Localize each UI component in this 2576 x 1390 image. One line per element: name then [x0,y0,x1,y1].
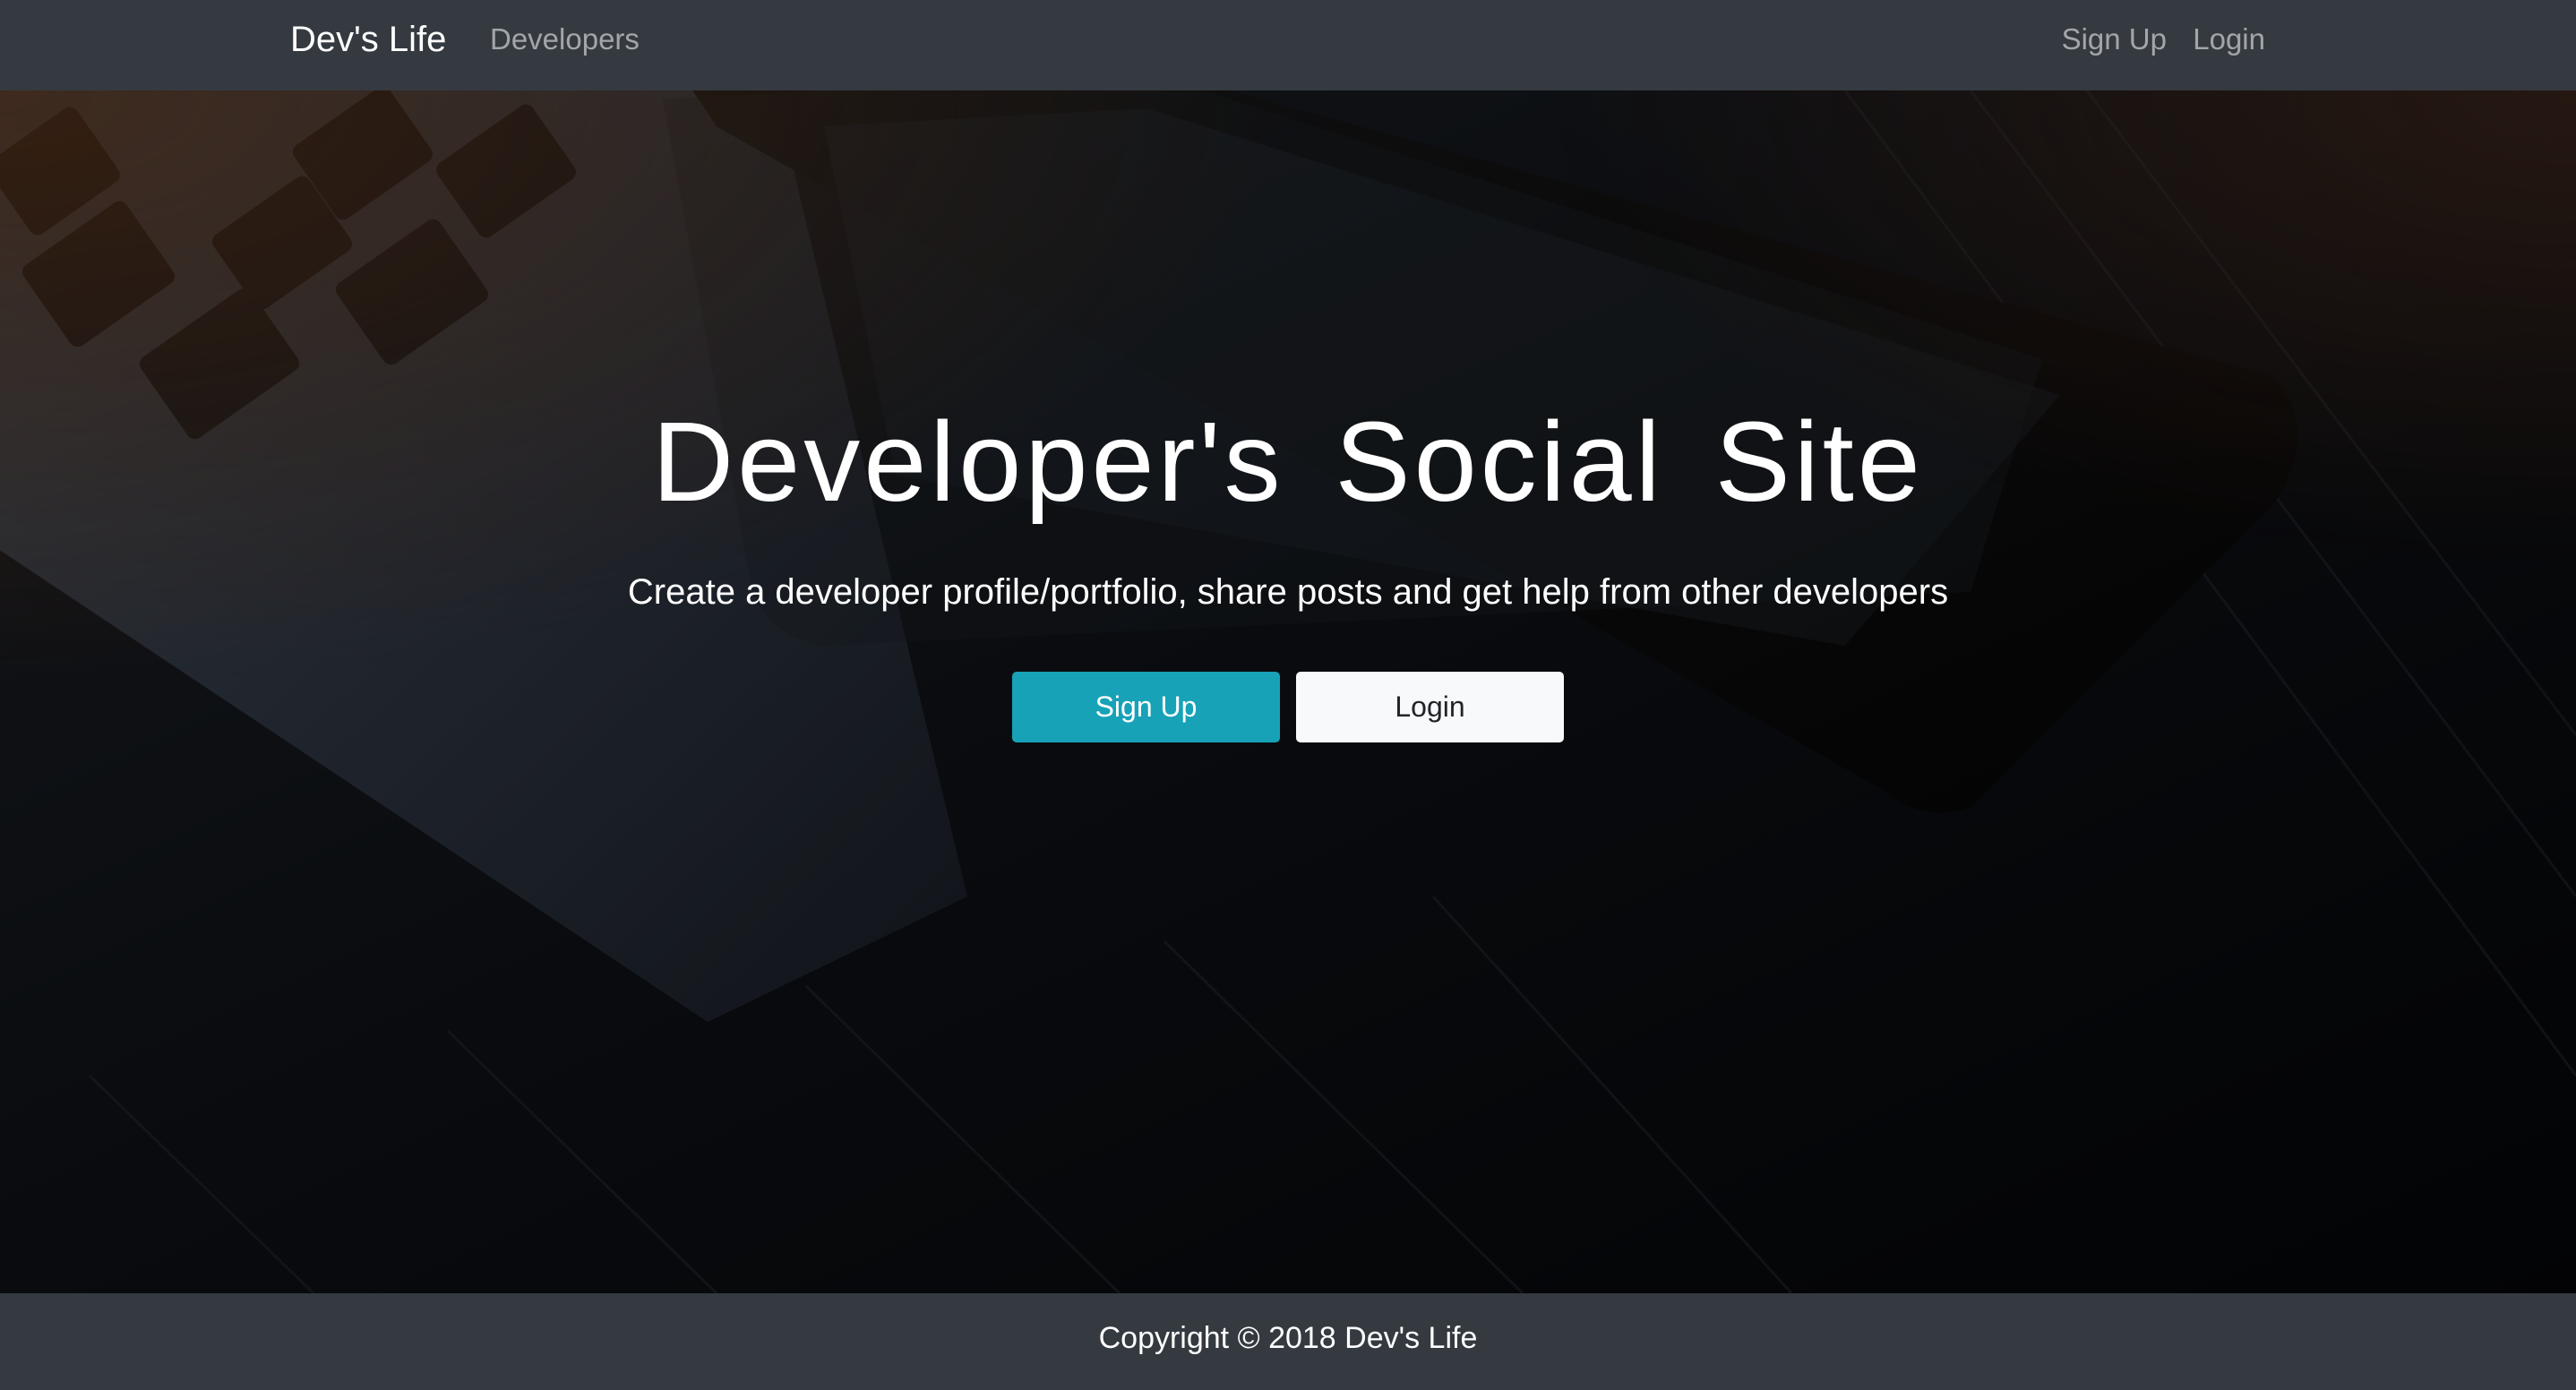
landing-page: Dev's Life Developers Sign Up Login Deve… [0,0,2576,1390]
hero-button-group: Sign Up Login [0,672,2576,742]
nav-link-login[interactable]: Login [2193,21,2265,57]
hero-section: Developer's Social Site Create a develop… [0,90,2576,1293]
hero-lead-text: Create a developer profile/portfolio, sh… [627,572,1949,612]
sign-up-button[interactable]: Sign Up [1012,672,1280,742]
nav-link-developers[interactable]: Developers [490,21,640,57]
nav-link-sign-up[interactable]: Sign Up [2062,21,2167,57]
footer: Copyright © 2018 Dev's Life [0,1293,2576,1390]
login-button[interactable]: Login [1296,672,1564,742]
navbar: Dev's Life Developers Sign Up Login [0,0,2576,90]
copyright-text: Copyright © 2018 Dev's Life [1098,1321,1478,1355]
brand-link[interactable]: Dev's Life [290,18,446,61]
hero-content: Developer's Social Site Create a develop… [0,395,2576,742]
hero-title: Developer's Social Site [652,399,1924,525]
